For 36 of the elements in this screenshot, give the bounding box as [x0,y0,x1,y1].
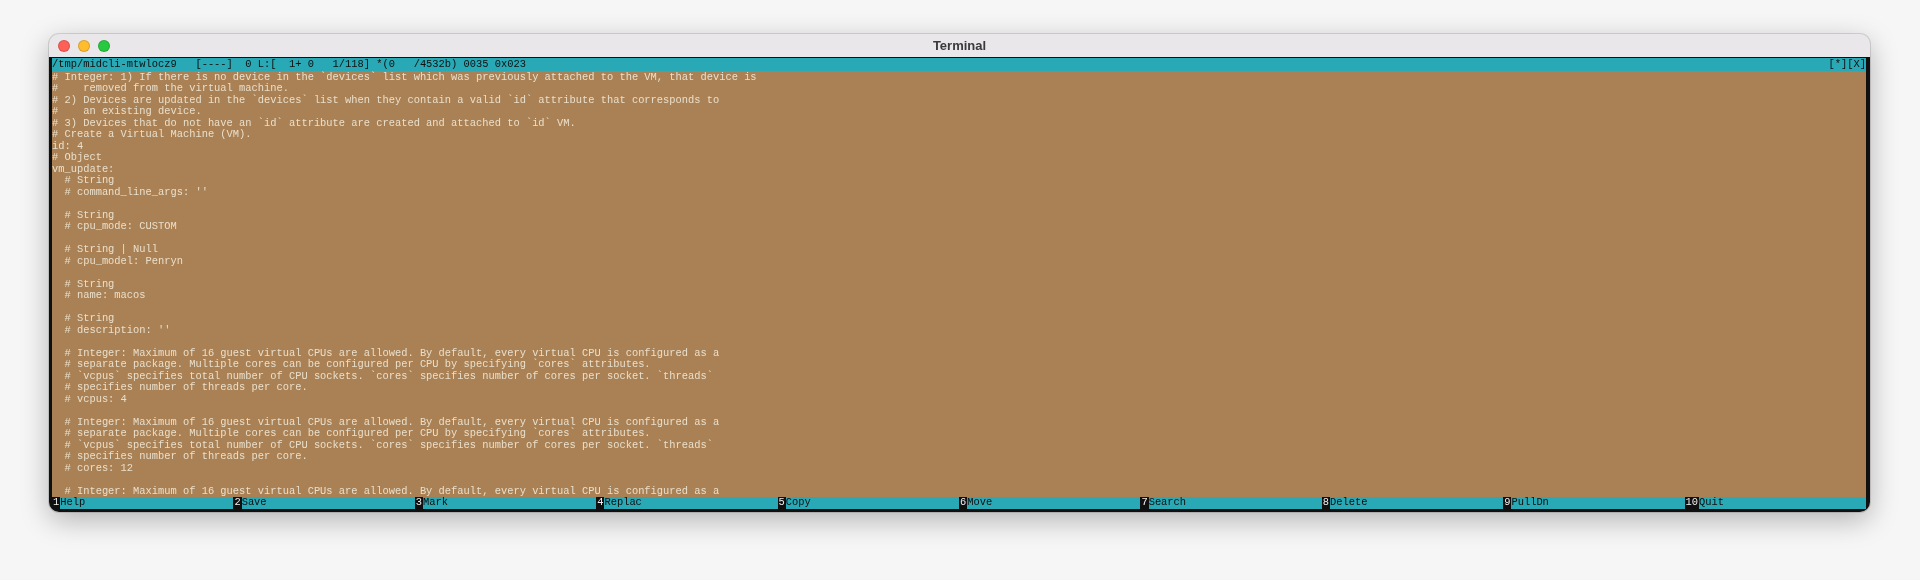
code-line: # Integer: Maximum of 16 guest virtual CPUs are allowed. By default, every virtual CPU is configured as a [63,347,721,359]
code-line: # vcpus: 4 [63,393,128,405]
code-line: vm_update: [52,163,116,175]
code-line: # Create a Virtual Machine (VM). [52,129,253,141]
code-line: # name: macos [63,290,147,302]
code-line: # separate package. Multiple cores can be configured per CPU by specifying `cores` attributes. [63,359,652,371]
code-line: # 3) Devices that do not have an `id` attribute are created and attached to `id` VM. [52,117,577,129]
minimize-button[interactable] [78,39,90,52]
code-line: # 2) Devices are updated in the `devices` list when they contain a valid `id` attribute that corresponds to [52,94,721,106]
code-line: # description: '' [63,324,172,336]
code-line: # cpu_mode: CUSTOM [63,221,178,233]
close-button[interactable] [58,39,70,52]
code-line: # an existing device. [52,106,203,118]
window-flags[interactable]: [*][X] [1828,59,1866,71]
code-line: # cpu_model: Penryn [63,255,184,267]
code-line: # cores: 12 [63,462,135,474]
code-line: # command_line_args: '' [63,186,209,198]
code-line: id: 4 [52,140,85,152]
code-line: # String | Null [63,244,159,256]
code-line: # String [63,175,116,187]
code-line: # removed from the virtual machine. [52,83,290,94]
code-line: # `vcpus` specifies total number of CPU sockets. `cores` specifies number of cores per socket. `threads` [63,370,714,382]
code-line: # Integer: 1) If there is no device in the `devices` list which was previously attached to the VM, that device is [52,71,758,83]
zoom-button[interactable] [98,39,110,52]
code-line: # Integer: Maximum of 16 guest virtual CPUs are allowed. By default, every virtual CPU is configured as a [63,416,721,428]
code-line: # separate package. Multiple cores can be configured per CPU by specifying `cores` attributes. [63,428,652,440]
code-line: # String [63,313,116,325]
file-status: /tmp/midcli-mtwlocz9 [----] 0 L:[ 1+ 0 1/118] *(0 /4532b) 0035 0x023 [52,59,526,71]
code-line: # specifies number of threads per core. [63,382,309,394]
code-line: # String [63,278,116,290]
code-line: # specifies number of threads per core. [63,451,309,463]
code-line: # String [63,209,116,221]
code-line: # `vcpus` specifies total number of CPU sockets. `cores` specifies number of cores per socket. `threads` [63,439,714,451]
code-line: # Object [52,152,103,164]
window-title: Terminal [932,38,987,53]
code-line: # Integer: Maximum of 16 guest virtual CPUs are allowed. By default, every virtual CPU is configured as a [63,485,721,497]
